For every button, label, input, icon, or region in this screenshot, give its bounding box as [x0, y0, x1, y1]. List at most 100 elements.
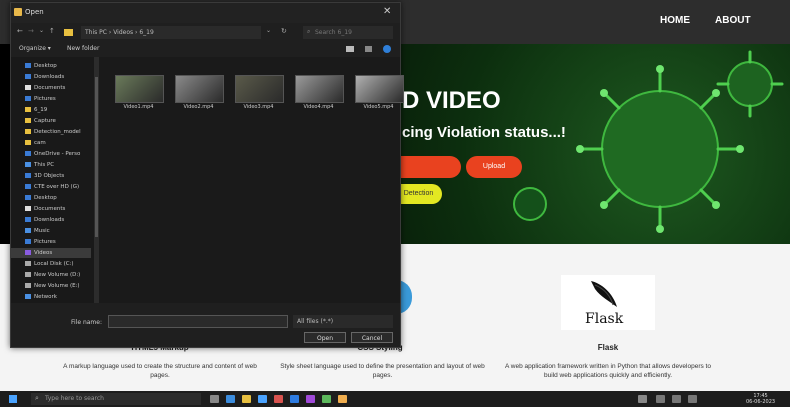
address-bar[interactable]: This PC › Videos › 6_19: [81, 26, 261, 39]
upload-button[interactable]: Upload: [466, 156, 522, 178]
sidebar-item[interactable]: Local Disk (C:): [25, 259, 74, 269]
sidebar-item[interactable]: OneDrive - Perso: [25, 149, 80, 159]
sidebar-item-label: Desktop: [34, 195, 57, 201]
folder-icon: [25, 184, 31, 189]
detect-button[interactable]: [395, 156, 461, 178]
help-icon[interactable]: [383, 45, 391, 53]
sidebar-item[interactable]: Desktop: [25, 193, 57, 203]
new-folder-button[interactable]: New folder: [67, 45, 99, 52]
detection-button[interactable]: Detection: [395, 184, 442, 204]
sidebar-item-label: 3D Objects: [34, 173, 65, 179]
folder-icon: [25, 228, 31, 233]
file-name-label[interactable]: Video5.mp4: [355, 104, 402, 110]
store-icon[interactable]: [258, 395, 267, 403]
view-options-icon[interactable]: [346, 46, 354, 52]
folder-icon: [25, 140, 31, 145]
file-name-input[interactable]: [108, 315, 288, 328]
open-button[interactable]: Open: [304, 332, 346, 343]
folder-icon: [25, 162, 31, 167]
search-icon: ⌕: [35, 394, 39, 402]
folder-icon: [25, 63, 31, 68]
app-icon: [14, 8, 22, 16]
volume-icon[interactable]: [672, 395, 681, 403]
file-name-label[interactable]: Video4.mp4: [295, 104, 342, 110]
scrollbar-thumb[interactable]: [95, 77, 98, 237]
cancel-button[interactable]: Cancel: [351, 332, 393, 343]
folder-icon: [25, 85, 31, 90]
tray-chevron-icon[interactable]: [638, 395, 647, 403]
up-arrow-icon[interactable]: ↑: [49, 27, 55, 35]
sidebar-item[interactable]: Downloads: [25, 215, 64, 225]
windows-start-icon[interactable]: [9, 395, 17, 403]
file-name-label[interactable]: Video3.mp4: [235, 104, 282, 110]
edge-icon[interactable]: [226, 395, 235, 403]
hero-subtitle: cing Violation status...!: [402, 124, 566, 141]
folder-icon: [25, 129, 31, 134]
sidebar-item[interactable]: Detection_model: [25, 127, 81, 137]
folder-icon: [25, 195, 31, 200]
video-thumbnail[interactable]: [115, 75, 164, 103]
sidebar-item-label: CTE over HD (G): [34, 184, 80, 190]
close-icon[interactable]: ✕: [383, 6, 391, 17]
file-name-label[interactable]: Video2.mp4: [175, 104, 222, 110]
video-thumbnail[interactable]: [235, 75, 284, 103]
taskbar-search-input[interactable]: Type here to search: [31, 393, 201, 405]
sidebar-item-label: Capture: [34, 118, 56, 124]
address-chevron-icon[interactable]: ⌄: [266, 27, 271, 34]
sidebar-item[interactable]: Videos: [11, 248, 91, 258]
task-view-icon[interactable]: [210, 395, 219, 403]
app-icon-orange[interactable]: [338, 395, 347, 403]
sidebar-item[interactable]: Downloads: [25, 72, 64, 82]
sidebar-item[interactable]: Pictures: [25, 237, 56, 247]
folder-icon: [25, 261, 31, 266]
folder-icon: [25, 118, 31, 123]
dialog-toolbar: Organize ▾ New folder: [11, 43, 400, 57]
sidebar-item[interactable]: Documents: [25, 83, 65, 93]
file-explorer-icon[interactable]: [242, 395, 251, 403]
network-icon[interactable]: [656, 395, 665, 403]
video-thumbnail[interactable]: [295, 75, 344, 103]
sidebar-item[interactable]: This PC: [25, 160, 54, 170]
vscode-icon[interactable]: [306, 395, 315, 403]
recent-chevron-icon[interactable]: ⌄: [39, 27, 44, 34]
file-type-select[interactable]: All files (*.*): [293, 315, 393, 328]
sidebar-item[interactable]: Documents: [25, 204, 65, 214]
organize-button[interactable]: Organize ▾: [19, 45, 51, 52]
sidebar-item[interactable]: Pictures: [25, 94, 56, 104]
app-icon-green[interactable]: [322, 395, 331, 403]
refresh-icon[interactable]: ↻: [281, 27, 287, 35]
sidebar-item-label: New Volume (D:): [34, 272, 81, 278]
sidebar-item[interactable]: cam: [25, 138, 46, 148]
file-name-label[interactable]: Video1.mp4: [115, 104, 162, 110]
folder-icon: [64, 29, 73, 36]
sidebar-item[interactable]: CTE over HD (G): [25, 182, 79, 192]
app-icon-red[interactable]: [274, 395, 283, 403]
nav-home-link[interactable]: HOME: [660, 15, 690, 26]
flask-logo: Flask: [561, 275, 655, 330]
back-arrow-icon[interactable]: ←: [17, 27, 23, 35]
sidebar-item[interactable]: 3D Objects: [25, 171, 64, 181]
sidebar-item-label: Network: [34, 294, 57, 300]
sidebar-item[interactable]: Desktop: [25, 61, 57, 71]
nav-about-link[interactable]: ABOUT: [715, 15, 751, 26]
sidebar-item-label: Videos: [34, 250, 53, 256]
folder-icon: [25, 96, 31, 101]
preview-pane-icon[interactable]: [365, 46, 372, 52]
forward-arrow-icon[interactable]: →: [28, 27, 34, 35]
sidebar-item[interactable]: New Volume (D:): [25, 270, 80, 280]
clock[interactable]: 17:45 06-06-2023: [746, 393, 775, 405]
folder-icon: [25, 294, 31, 299]
battery-icon[interactable]: [688, 395, 697, 403]
sidebar-item[interactable]: Capture: [25, 116, 56, 126]
sidebar-item-label: cam: [34, 140, 46, 146]
sidebar-item[interactable]: New Volume (E:): [25, 281, 80, 291]
search-input[interactable]: Search 6_19: [303, 26, 393, 39]
card-desc-flask: A web application framework written in P…: [505, 363, 711, 379]
sidebar-item[interactable]: Network: [25, 292, 57, 302]
sidebar-item-label: Downloads: [34, 217, 65, 223]
video-thumbnail[interactable]: [355, 75, 404, 103]
mail-icon[interactable]: [290, 395, 299, 403]
video-thumbnail[interactable]: [175, 75, 224, 103]
sidebar-item[interactable]: Music: [25, 226, 50, 236]
sidebar-item[interactable]: 6_19: [25, 105, 47, 115]
